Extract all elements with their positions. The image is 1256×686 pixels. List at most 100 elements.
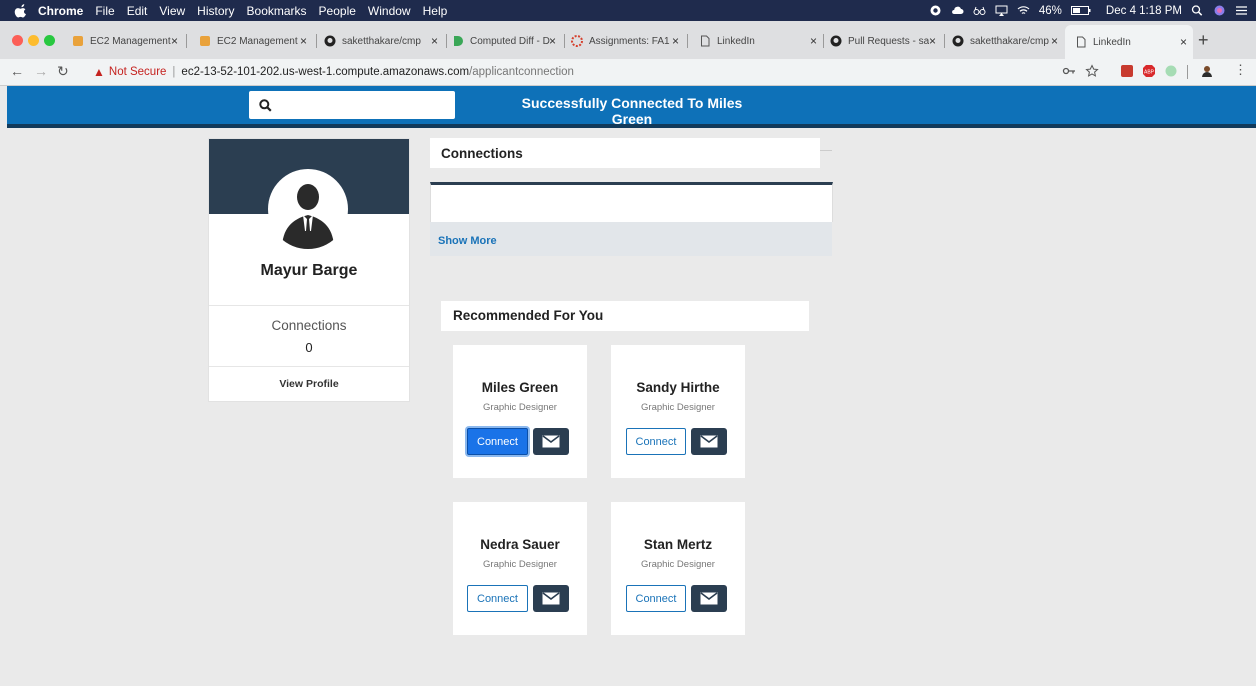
battery-icon[interactable] (1070, 5, 1091, 16)
menu-file[interactable]: File (95, 4, 114, 18)
tab-assignments[interactable]: Assignments: FA1 × (571, 26, 683, 56)
battery-percent: 46% (1038, 4, 1062, 17)
spotlight-search-icon[interactable] (1191, 5, 1204, 16)
person-card: Stan Mertz Graphic Designer Connect (611, 502, 745, 635)
message-button[interactable] (691, 585, 727, 612)
connect-button[interactable]: Connect (467, 585, 528, 612)
cloud-icon[interactable] (951, 5, 964, 16)
extension-red-icon[interactable] (1120, 64, 1134, 78)
tab-label: Computed Diff - D (470, 35, 550, 47)
close-tab-icon[interactable]: × (171, 34, 178, 48)
close-tab-icon[interactable]: × (1180, 35, 1187, 49)
back-arrow-icon[interactable]: ← (10, 63, 24, 79)
person-name: Miles Green (481, 380, 559, 395)
diff-icon (454, 36, 463, 46)
reload-icon[interactable]: ↻ (57, 63, 69, 80)
menu-window[interactable]: Window (368, 4, 411, 18)
close-tab-icon[interactable]: × (672, 34, 679, 48)
new-tab-button[interactable]: + (1198, 30, 1209, 51)
view-profile-link[interactable]: View Profile (209, 378, 409, 390)
omnibox[interactable]: ▲ Not Secure | ec2-13-52-101-202.us-west… (93, 62, 574, 82)
page-icon (1077, 36, 1086, 48)
message-button[interactable] (533, 585, 569, 612)
profile-name: Mayur Barge (260, 262, 358, 279)
connections-list (430, 182, 833, 222)
wifi-icon[interactable] (1017, 5, 1030, 16)
key-icon[interactable] (1062, 64, 1076, 78)
message-button[interactable] (533, 428, 569, 455)
close-tab-icon[interactable]: × (929, 34, 936, 48)
aws-cube-icon (200, 36, 210, 46)
url-divider: | (172, 66, 176, 78)
tab-separator (944, 34, 945, 48)
close-tab-icon[interactable]: × (549, 34, 556, 48)
tab-ec2-management-2[interactable]: EC2 Management × (199, 26, 311, 56)
close-tab-icon[interactable]: × (431, 34, 438, 48)
notification-center-icon[interactable] (1235, 5, 1248, 16)
menu-help[interactable]: Help (423, 4, 448, 18)
adblock-plus-icon[interactable]: ABP (1142, 64, 1156, 78)
connect-button[interactable]: Connect (467, 428, 528, 455)
person-role: Graphic Designer (641, 559, 715, 570)
connections-count: 0 (305, 340, 313, 355)
forward-arrow-icon[interactable]: → (34, 63, 48, 79)
close-tab-icon[interactable]: × (810, 34, 817, 48)
message-button[interactable] (691, 428, 727, 455)
profile-avatar-icon[interactable] (1200, 64, 1214, 78)
extension-green-icon[interactable] (1164, 64, 1178, 78)
person-silhouette-icon (282, 184, 334, 249)
divider (209, 305, 409, 306)
github-icon (952, 35, 964, 47)
tab-linkedin-1[interactable]: LinkedIn × (699, 26, 821, 56)
warning-triangle-icon[interactable]: ▲ (93, 65, 105, 79)
not-secure-label[interactable]: Not Secure (109, 66, 167, 78)
profile-card: Mayur Barge Connections 0 View Profile (208, 138, 410, 402)
connect-button[interactable]: Connect (626, 585, 686, 612)
menu-bookmarks[interactable]: Bookmarks (247, 4, 307, 18)
tab-computed-diff[interactable]: Computed Diff - D × (452, 26, 560, 56)
tab-label: Assignments: FA1 (589, 35, 670, 47)
person-role: Graphic Designer (483, 559, 557, 570)
bookmark-star-icon[interactable] (1085, 64, 1099, 78)
close-tab-icon[interactable]: × (300, 34, 307, 48)
envelope-icon (542, 592, 560, 605)
tab-github-cmpe-2[interactable]: saketthakare/cmp × (952, 26, 1062, 56)
tab-ec2-management-1[interactable]: EC2 Management × (72, 26, 182, 56)
glasses-icon[interactable] (973, 5, 986, 16)
airplay-icon[interactable] (995, 5, 1008, 16)
connect-button[interactable]: Connect (626, 428, 686, 455)
show-more-link[interactable]: Show More (438, 235, 497, 247)
tab-pull-requests[interactable]: Pull Requests - sa × (830, 26, 940, 56)
canvas-icon (571, 35, 583, 47)
tab-label: saketthakare/cmp (342, 35, 421, 47)
tab-github-cmpe[interactable]: saketthakare/cmp × (324, 26, 442, 56)
apple-icon[interactable] (14, 3, 28, 18)
divider (209, 366, 409, 367)
kebab-menu-icon[interactable]: ⋮ (1234, 62, 1247, 78)
connections-label: Connections (271, 318, 347, 333)
close-tab-icon[interactable]: × (1051, 34, 1058, 48)
page-icon (701, 35, 710, 47)
person-card: Nedra Sauer Graphic Designer Connect (453, 502, 587, 635)
creative-cloud-icon[interactable] (929, 5, 942, 16)
siri-icon[interactable] (1213, 5, 1226, 16)
tab-separator (446, 34, 447, 48)
search-input[interactable] (249, 91, 455, 119)
status-message: Successfully Connected To Miles Green (521, 95, 743, 127)
close-window-button[interactable] (12, 35, 23, 46)
zoom-window-button[interactable] (44, 35, 55, 46)
svg-text:ABP: ABP (1144, 70, 1155, 76)
recommended-panel-header: Recommended For You (441, 301, 809, 331)
divider (820, 150, 832, 151)
person-card: Miles Green Graphic Designer Connect (453, 345, 587, 478)
tab-linkedin-active[interactable]: LinkedIn × (1065, 25, 1193, 59)
clock[interactable]: Dec 4 1:18 PM (1106, 5, 1182, 17)
menu-people[interactable]: People (319, 4, 356, 18)
tab-separator (564, 34, 565, 48)
menu-edit[interactable]: Edit (127, 4, 148, 18)
menu-view[interactable]: View (159, 4, 185, 18)
menu-chrome[interactable]: Chrome (38, 4, 83, 18)
menu-history[interactable]: History (197, 4, 234, 18)
minimize-window-button[interactable] (28, 35, 39, 46)
tab-label: LinkedIn (1093, 36, 1131, 48)
